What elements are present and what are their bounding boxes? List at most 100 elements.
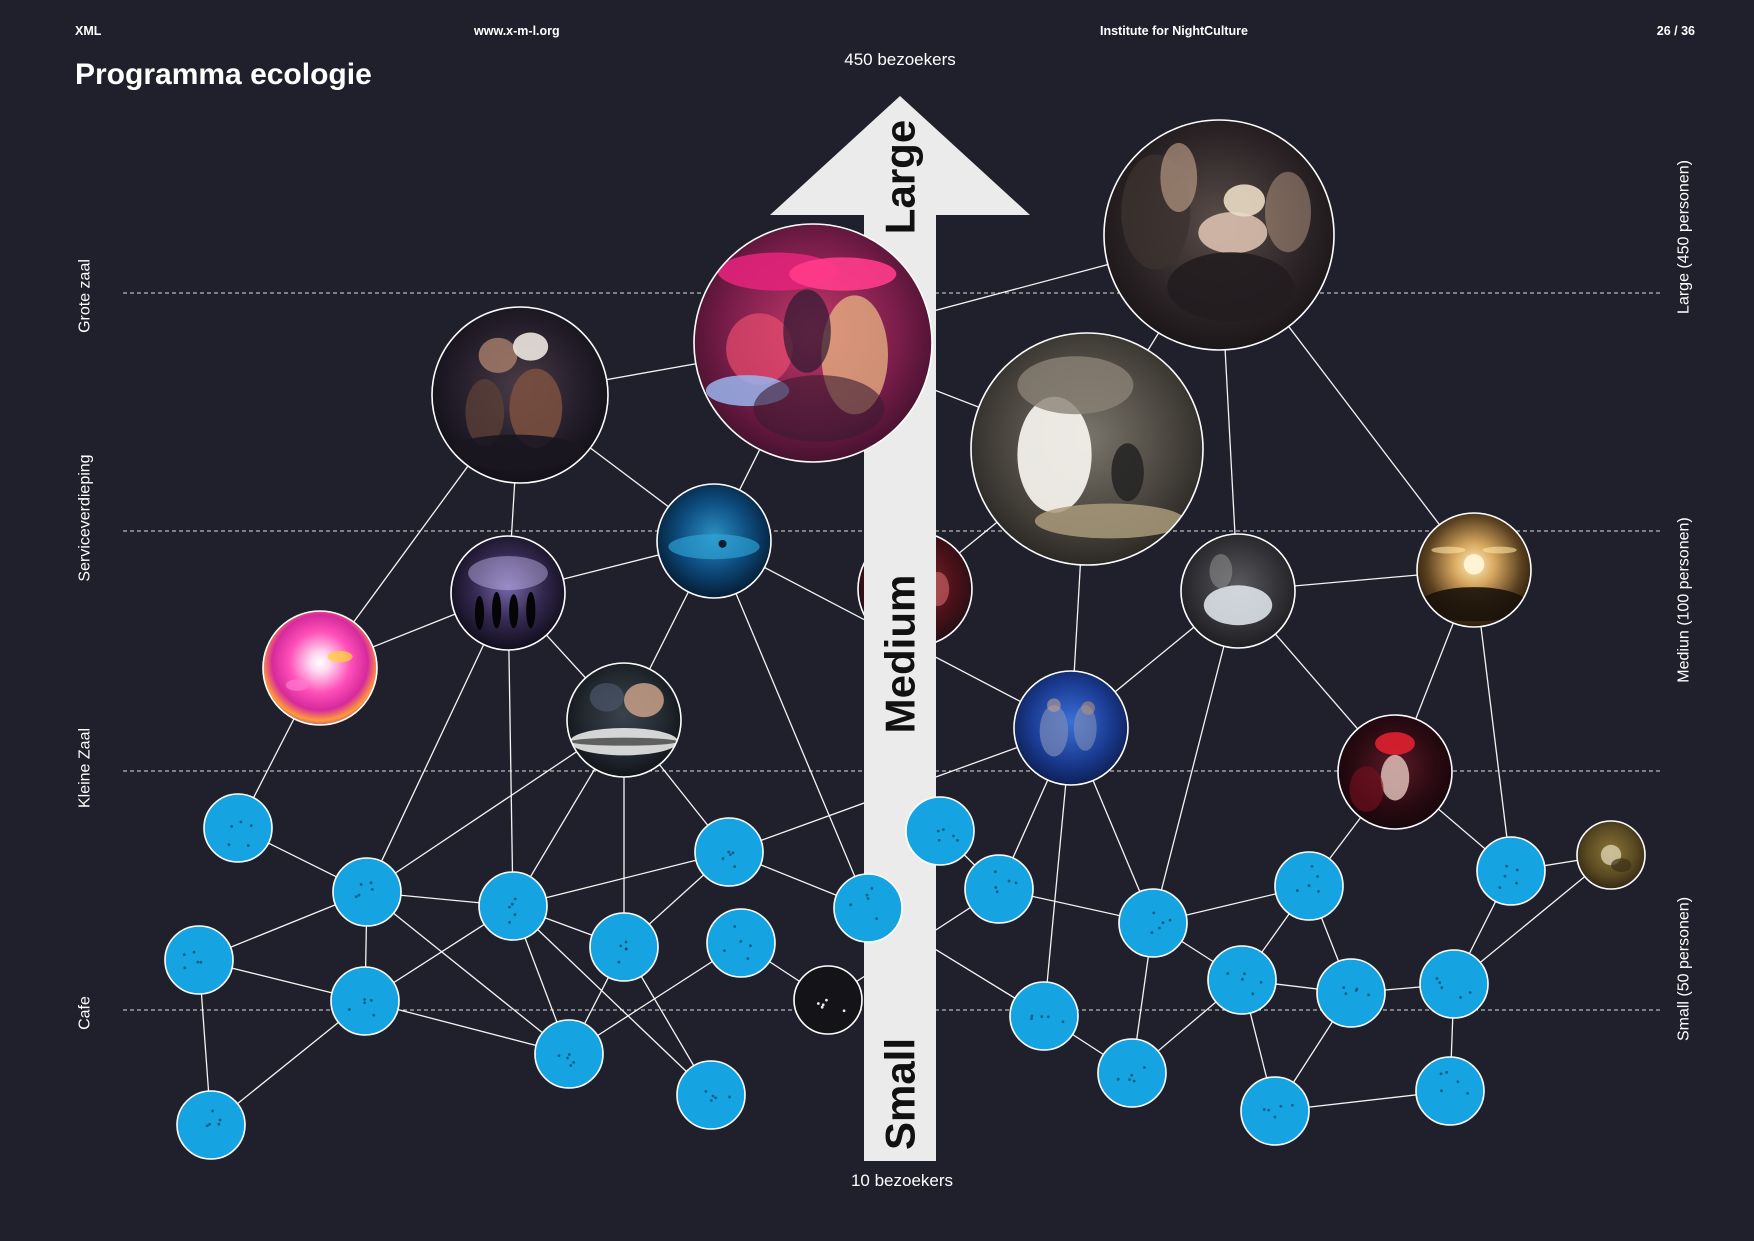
photo-detail: [1419, 587, 1529, 622]
event-node-speckle: [192, 950, 196, 954]
event-node-speckle: [1505, 864, 1508, 868]
event-node-speckle: [1157, 926, 1161, 930]
photo-detail: [1198, 212, 1268, 254]
event-node-speckle: [733, 865, 737, 869]
event-node-speckle: [1515, 881, 1518, 885]
event-node-speckle: [619, 944, 623, 948]
event-node-speckle: [728, 1095, 731, 1099]
event-node-speckle: [1168, 918, 1172, 922]
small-event-node: [1207, 945, 1277, 1015]
event-node-speckle: [510, 902, 514, 906]
event-node-speckle: [937, 838, 941, 842]
event-node-circle: [1118, 888, 1188, 958]
photo-detail: [1017, 356, 1134, 415]
event-node-speckle: [875, 917, 879, 921]
event-node-speckle: [820, 1005, 824, 1009]
photo-node: [1013, 670, 1129, 786]
event-node-circle: [833, 873, 903, 943]
photo-detail: [1111, 443, 1144, 502]
event-node-speckle: [1007, 879, 1011, 883]
event-node-speckle: [956, 839, 959, 842]
event-node-circle: [478, 871, 548, 941]
small-event-node: [676, 1060, 746, 1130]
event-node-circle: [964, 854, 1034, 924]
photo-image: [694, 224, 932, 462]
photo-detail: [1160, 143, 1198, 212]
brand-label: XML: [75, 24, 102, 38]
event-node-speckle: [870, 887, 874, 890]
event-node-speckle: [1242, 972, 1246, 976]
venue-label-kleine-zaal: Kleine Zaal: [77, 728, 94, 808]
photo-detail: [327, 650, 353, 663]
photo-node: [566, 662, 682, 778]
event-node-speckle: [941, 828, 945, 831]
photo-detail: [526, 591, 536, 629]
event-node-circle: [1415, 1056, 1485, 1126]
photo-detail: [1223, 184, 1266, 217]
event-node-speckle: [1262, 1108, 1266, 1111]
event-node-speckle: [230, 824, 234, 828]
event-node-speckle: [842, 1009, 846, 1013]
event-node-circle: [1009, 981, 1079, 1051]
event-node-circle: [1097, 1038, 1167, 1108]
capacity-label-medium: Mediun (100 personen): [1676, 517, 1693, 682]
photo-detail: [474, 595, 485, 631]
photo-detail: [1017, 396, 1092, 513]
event-node-speckle: [704, 1090, 708, 1093]
event-node-speckle: [569, 1064, 573, 1067]
photo-detail: [726, 313, 793, 385]
event-node-circle: [332, 857, 402, 927]
photo-node: [1416, 512, 1532, 628]
photo-detail: [589, 682, 625, 712]
photo-detail: [1039, 705, 1069, 757]
small-event-node: [164, 925, 234, 995]
event-node-speckle: [1307, 884, 1311, 888]
event-node-speckle: [952, 834, 955, 838]
event-node-speckle: [1466, 1092, 1470, 1095]
event-node-speckle: [1152, 911, 1156, 915]
event-node-speckle: [1014, 881, 1018, 885]
event-node-speckle: [363, 997, 367, 1001]
photo-detail: [285, 679, 309, 691]
photo-detail: [1203, 585, 1273, 626]
event-node-speckle: [1367, 993, 1371, 997]
event-node-speckle: [369, 999, 373, 1002]
event-node-speckle: [1143, 1066, 1146, 1069]
event-node-speckle: [246, 844, 250, 847]
event-node-speckle: [995, 890, 999, 894]
event-node-circle: [330, 966, 400, 1036]
website-label: www.x-m-l.org: [473, 24, 560, 38]
photo-detail: [1482, 546, 1517, 554]
small-event-node: [1009, 981, 1079, 1051]
event-node-speckle: [1295, 889, 1299, 892]
event-node-speckle: [1267, 1108, 1271, 1112]
event-node-speckle: [825, 998, 828, 1002]
event-node-speckle: [354, 895, 358, 899]
small-event-node-dark: [793, 965, 863, 1035]
event-node-speckle: [370, 888, 374, 891]
event-node-circle: [706, 908, 776, 978]
photo-node: [656, 483, 772, 599]
photo-node: [1103, 119, 1335, 351]
event-node-speckle: [1061, 1020, 1065, 1024]
event-node-circle: [1476, 836, 1546, 906]
photo-image: [1104, 120, 1334, 350]
photo-detail: [1463, 554, 1485, 575]
small-event-node: [694, 817, 764, 887]
small-event-node: [1316, 958, 1386, 1028]
event-node-speckle: [183, 966, 187, 970]
photo-detail: [468, 555, 548, 591]
small-event-node: [706, 908, 776, 978]
event-node-speckle: [866, 897, 870, 900]
event-node-speckle: [363, 1001, 367, 1005]
page-title: Programma ecologie: [75, 58, 372, 91]
photo-detail: [789, 257, 897, 291]
photo-detail: [569, 737, 679, 746]
photo-detail: [1380, 754, 1410, 801]
photo-detail: [1047, 698, 1061, 713]
photo-node: [262, 610, 378, 726]
page-number: 26 / 36: [1657, 24, 1695, 38]
event-node-speckle: [1316, 874, 1319, 878]
small-event-node: [478, 871, 548, 941]
event-node-circle: [1240, 1076, 1310, 1146]
